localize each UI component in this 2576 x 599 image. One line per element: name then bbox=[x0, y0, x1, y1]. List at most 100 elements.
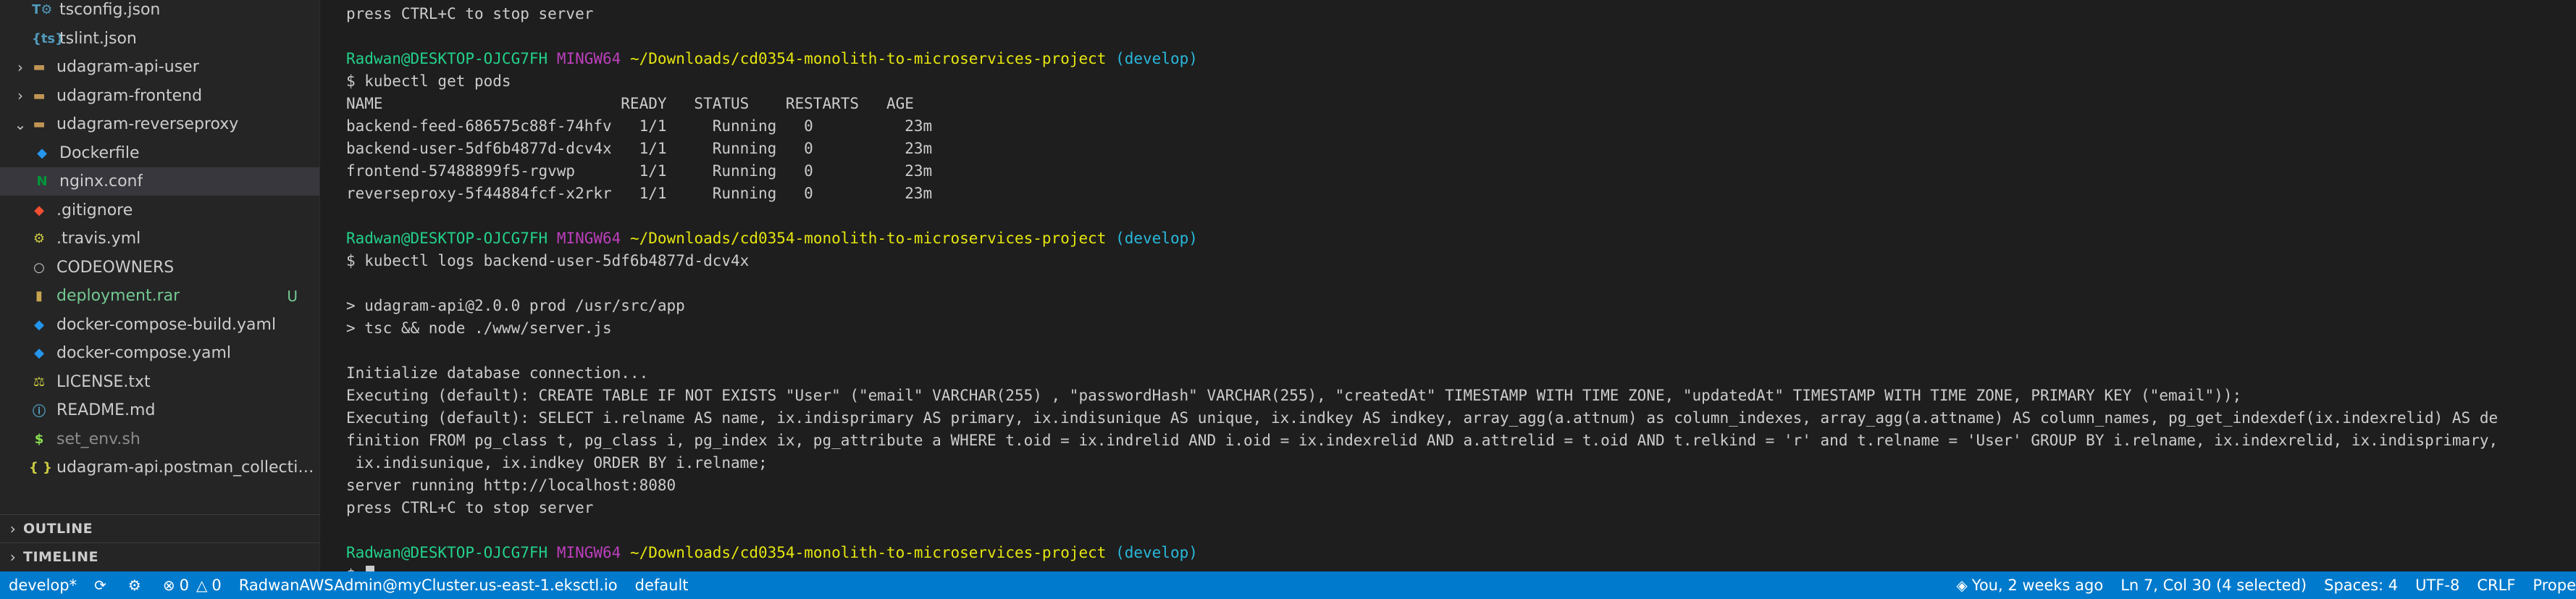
explorer-item[interactable]: ○ CODEOWNERS bbox=[0, 254, 319, 282]
explorer-item-label: udagram-frontend bbox=[56, 86, 203, 105]
explorer-item[interactable]: { } udagram-api.postman_collectio... bbox=[0, 453, 319, 482]
branch-name: develop* bbox=[9, 577, 77, 594]
explorer-item[interactable]: ⚖ LICENSE.txt bbox=[0, 368, 319, 396]
language-mode-item[interactable]: Prope bbox=[2524, 571, 2576, 599]
explorer-item[interactable]: ◆ docker-compose-build.yaml bbox=[0, 311, 319, 339]
terminal-line: finition FROM pg_class t, pg_class i, pg… bbox=[346, 430, 2573, 452]
explorer-item[interactable]: ◆ Dockerfile bbox=[0, 139, 319, 167]
indentation-label: Spaces: 4 bbox=[2324, 577, 2399, 594]
live-share-button[interactable]: ⚙ bbox=[119, 571, 154, 599]
outline-section-header[interactable]: › OUTLINE bbox=[0, 514, 319, 543]
explorer-item[interactable]: {ts} tslint.json bbox=[0, 25, 319, 53]
outline-label: OUTLINE bbox=[23, 521, 93, 537]
warning-count: 0 bbox=[211, 577, 222, 594]
explorer-item-label: README.md bbox=[56, 401, 156, 419]
timeline-label: TIMELINE bbox=[23, 549, 98, 565]
file-icon: ⚙ bbox=[33, 231, 46, 246]
terminal-line: ix.indisunique, ix.indkey ORDER BY i.rel… bbox=[346, 452, 2573, 474]
file-icon: {ts} bbox=[32, 30, 64, 46]
prompt-user: Radwan@DESKTOP-OJCG7FH bbox=[346, 544, 548, 561]
terminal-line: backend-feed-686575c88f-74hfv 1/1 Runnin… bbox=[346, 115, 2573, 138]
terminal-line-text: NAME READY STATUS RESTARTS AGE bbox=[346, 95, 914, 112]
file-icon: ▮ bbox=[35, 288, 43, 303]
explorer-item[interactable]: ▮ deployment.rar U bbox=[0, 282, 319, 310]
terminal-line: $ bbox=[346, 564, 2573, 571]
terminal-line-text: finition FROM pg_class t, pg_class i, pg… bbox=[346, 432, 2499, 449]
git-status-badge: U bbox=[287, 287, 298, 305]
terminal-cursor bbox=[366, 566, 375, 571]
file-icon: $ bbox=[34, 431, 44, 447]
terminal-line: Executing (default): CREATE TABLE IF NOT… bbox=[346, 385, 2573, 407]
file-icon: ◆ bbox=[34, 317, 44, 332]
sync-icon: ⟳ bbox=[94, 577, 106, 594]
sync-button[interactable]: ⟳ bbox=[85, 571, 119, 599]
kube-context-item[interactable]: RadwanAWSAdmin@myCluster.us-east-1.eksct… bbox=[230, 571, 626, 599]
terminal-line: backend-user-5df6b4877d-dcv4x 1/1 Runnin… bbox=[346, 138, 2573, 160]
explorer-item[interactable]: ⌄ ▬ udagram-reverseproxy bbox=[0, 110, 319, 138]
terminal-line: Executing (default): SELECT i.relname AS… bbox=[346, 407, 2573, 430]
explorer-item[interactable]: › ▬ udagram-api-user bbox=[0, 53, 319, 81]
prompt-user: Radwan@DESKTOP-OJCG7FH bbox=[346, 230, 548, 247]
chevron-icon: › bbox=[17, 58, 23, 76]
terminal-line-text: Initialize database connection... bbox=[346, 364, 649, 382]
encoding-item[interactable]: UTF-8 bbox=[2407, 571, 2468, 599]
terminal-line: server running http://localhost:8080 bbox=[346, 474, 2573, 497]
terminal-line-text: frontend-57488899f5-rgvwp 1/1 Running 0 … bbox=[346, 162, 933, 180]
terminal-line: frontend-57488899f5-rgvwp 1/1 Running 0 … bbox=[346, 160, 2573, 183]
terminal-line-text: reverseproxy-5f44884fcf-x2rkr 1/1 Runnin… bbox=[346, 185, 933, 202]
indentation-item[interactable]: Spaces: 4 bbox=[2315, 571, 2407, 599]
explorer-item-label: .travis.yml bbox=[56, 230, 141, 248]
chevron-right-icon: › bbox=[9, 548, 17, 566]
prompt-path: ~/Downloads/cd0354-monolith-to-microserv… bbox=[629, 544, 1107, 561]
explorer-item-label: udagram-reverseproxy bbox=[56, 115, 239, 133]
explorer-item[interactable]: ◆ .gitignore bbox=[0, 196, 319, 225]
explorer-item[interactable]: ⚙ .travis.yml bbox=[0, 225, 319, 253]
file-icon: ⓘ bbox=[33, 403, 46, 419]
explorer-item[interactable]: ◆ docker-compose.yaml bbox=[0, 339, 319, 367]
branch-status-item[interactable]: develop* bbox=[0, 571, 85, 599]
timeline-section-header[interactable]: › TIMELINE bbox=[0, 543, 319, 571]
explorer-item-label: tslint.json bbox=[59, 29, 137, 48]
explorer-item[interactable]: Nnginx.conf bbox=[0, 167, 319, 196]
explorer-item[interactable]: $ set_env.sh bbox=[0, 425, 319, 453]
explorer-item-label: LICENSE.txt bbox=[56, 372, 151, 391]
namespace-label: default bbox=[634, 577, 689, 594]
file-icon: ○ bbox=[33, 259, 45, 275]
terminal-line-text: > udagram-api@2.0.0 prod /usr/src/app bbox=[346, 297, 685, 314]
file-icon: ⚖ bbox=[33, 374, 46, 390]
terminal-line: $ kubectl logs backend-user-5df6b4877d-d… bbox=[346, 250, 2573, 272]
problems-status-item[interactable]: ⊗ 0 △ 0 bbox=[154, 571, 230, 599]
file-icon: T⚙ bbox=[32, 2, 53, 17]
file-icon: ◆ bbox=[34, 345, 44, 361]
explorer-item[interactable]: ⓘ README.md bbox=[0, 396, 319, 424]
explorer-item[interactable]: T⚙ tsconfig.json bbox=[0, 0, 319, 24]
prompt-env: MINGW64 bbox=[556, 50, 621, 67]
explorer-item-label: docker-compose-build.yaml bbox=[56, 315, 277, 334]
terminal-line: NAME READY STATUS RESTARTS AGE bbox=[346, 93, 2573, 115]
prompt-env: MINGW64 bbox=[556, 544, 621, 561]
git-blame-item[interactable]: ◈ You, 2 weeks ago bbox=[1947, 571, 2112, 599]
terminal-panel[interactable]: press CTRL+C to stop server Radwan@DESKTO… bbox=[320, 0, 2576, 571]
explorer-sidebar: T⚙ tsconfig.json {ts} tslint.json › ▬ udagram-… bbox=[0, 0, 320, 571]
terminal-line: press CTRL+C to stop server bbox=[346, 3, 2573, 25]
terminal-line-text: Executing (default): SELECT i.relname AS… bbox=[346, 409, 2499, 427]
cursor-position-item[interactable]: Ln 7, Col 30 (4 selected) bbox=[2112, 571, 2315, 599]
terminal-prompt: Radwan@DESKTOP-OJCG7FH MINGW64 ~/Downloa… bbox=[346, 48, 2573, 70]
eol-item[interactable]: CRLF bbox=[2468, 571, 2524, 599]
prompt-branch: (develop) bbox=[1115, 544, 1198, 561]
error-icon: ⊗ bbox=[162, 577, 175, 594]
explorer-item-label: deployment.rar bbox=[56, 287, 180, 305]
terminal-prompt: Radwan@DESKTOP-OJCG7FH MINGW64 ~/Downloa… bbox=[346, 542, 2573, 564]
file-icon: N bbox=[36, 174, 48, 189]
encoding-label: UTF-8 bbox=[2415, 577, 2460, 594]
share-icon: ⚙ bbox=[127, 577, 141, 594]
explorer-item[interactable]: › ▬ udagram-frontend bbox=[0, 82, 319, 110]
terminal-line: > udagram-api@2.0.0 prod /usr/src/app bbox=[346, 295, 2573, 317]
prompt-branch: (develop) bbox=[1115, 50, 1198, 67]
terminal-prompt: Radwan@DESKTOP-OJCG7FH MINGW64 ~/Downloa… bbox=[346, 227, 2573, 250]
error-count: 0 bbox=[179, 577, 189, 594]
folder-icon: ▬ bbox=[33, 88, 46, 104]
namespace-item[interactable]: default bbox=[626, 571, 697, 599]
